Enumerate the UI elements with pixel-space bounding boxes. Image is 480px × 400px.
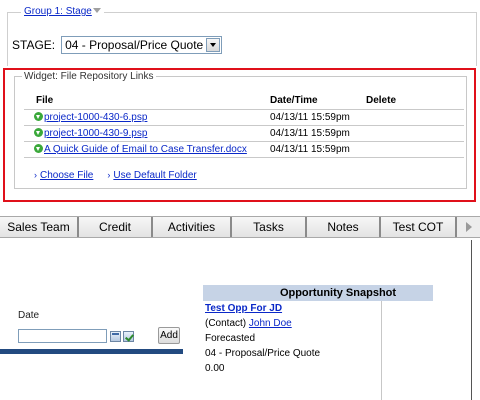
choose-file-link[interactable]: Choose File [40,170,93,181]
file-table: File Date/Time Delete project-1000-430-6… [24,94,464,158]
contact-prefix: (Contact) [205,318,249,329]
date-input[interactable] [18,329,107,343]
tab-tasks[interactable]: Tasks [232,217,307,237]
stage-select[interactable]: 04 - Proposal/Price Quote [61,36,223,54]
file-delete-cell [366,109,464,126]
arrow-right-icon [465,222,472,232]
stage-label: STAGE: [12,38,56,52]
snapshot-amount: 0.00 [205,363,225,374]
widget-actions: › Choose File › Use Default Folder [34,170,197,181]
file-delete-cell [366,125,464,142]
stage-group-legend: Group 1: Stage [21,6,104,17]
datetime-column-header: Date/Time [270,94,366,110]
tab-bar: Sales Team Credit Activities Tasks Notes… [0,216,480,238]
checkmark-icon[interactable] [123,331,134,342]
snapshot-stage: 04 - Proposal/Price Quote [205,348,321,359]
file-datetime: 04/13/11 15:59pm [270,125,366,142]
table-row: A Quick Guide of Email to Case Transfer.… [24,141,464,158]
file-link[interactable]: project-1000-430-9.psp [44,128,147,139]
green-download-arrow-icon [34,127,43,137]
tab-notes[interactable]: Notes [307,217,381,237]
file-column-header: File [24,94,270,110]
use-default-folder-link[interactable]: Use Default Folder [113,170,196,181]
choose-file-action: › Choose File [34,170,93,181]
snapshot-divider [381,301,382,400]
file-table-header: File Date/Time Delete [24,94,464,110]
stage-select-value: 04 - Proposal/Price Quote [65,38,204,52]
table-row: project-1000-430-9.psp 04/13/11 15:59pm [24,125,464,142]
add-button[interactable]: Add [158,327,180,344]
stage-group-toggle-link[interactable]: Group 1: Stage [24,6,92,17]
dropdown-arrow-icon[interactable] [206,38,221,52]
snapshot-header: Opportunity Snapshot [203,285,433,301]
file-link[interactable]: project-1000-430-6.psp [44,112,147,123]
table-row: project-1000-430-6.psp 04/13/11 15:59pm [24,109,464,126]
bullet-icon: › [107,170,111,180]
file-link[interactable]: A Quick Guide of Email to Case Transfer.… [44,144,247,155]
delete-column-header: Delete [366,94,464,110]
chevron-down-icon[interactable] [92,8,101,13]
bullet-icon: › [34,170,37,180]
file-delete-cell [366,141,464,158]
green-download-arrow-icon [34,111,43,121]
stage-group: Group 1: Stage [7,6,477,66]
green-download-arrow-icon [34,143,43,153]
file-datetime: 04/13/11 15:59pm [270,109,366,126]
opportunity-link[interactable]: Test Opp For JD [205,303,282,314]
date-label: Date [18,310,40,321]
stage-row: STAGE: 04 - Proposal/Price Quote [12,36,223,54]
tab-activities[interactable]: Activities [153,217,232,237]
calendar-icon[interactable] [110,331,121,342]
snapshot-forecast: Forecasted [205,333,256,344]
opportunity-snapshot: Opportunity Snapshot Test Opp For JD (Co… [203,285,433,400]
tab-scroll-right-button[interactable] [457,217,480,237]
section-bar [0,349,183,354]
snapshot-opp-row: Test Opp For JD [203,301,433,316]
widget-legend: Widget: File Repository Links [22,71,156,82]
default-folder-action: › Use Default Folder [107,170,196,181]
tab-test-cot[interactable]: Test COT [381,217,457,237]
file-datetime: 04/13/11 15:59pm [270,141,366,158]
tab-credit[interactable]: Credit [79,217,153,237]
snapshot-contact-row: (Contact) John Doe [203,316,433,331]
contact-link[interactable]: John Doe [249,318,292,329]
tab-sales-team[interactable]: Sales Team [0,217,79,237]
panel-divider [471,240,472,400]
